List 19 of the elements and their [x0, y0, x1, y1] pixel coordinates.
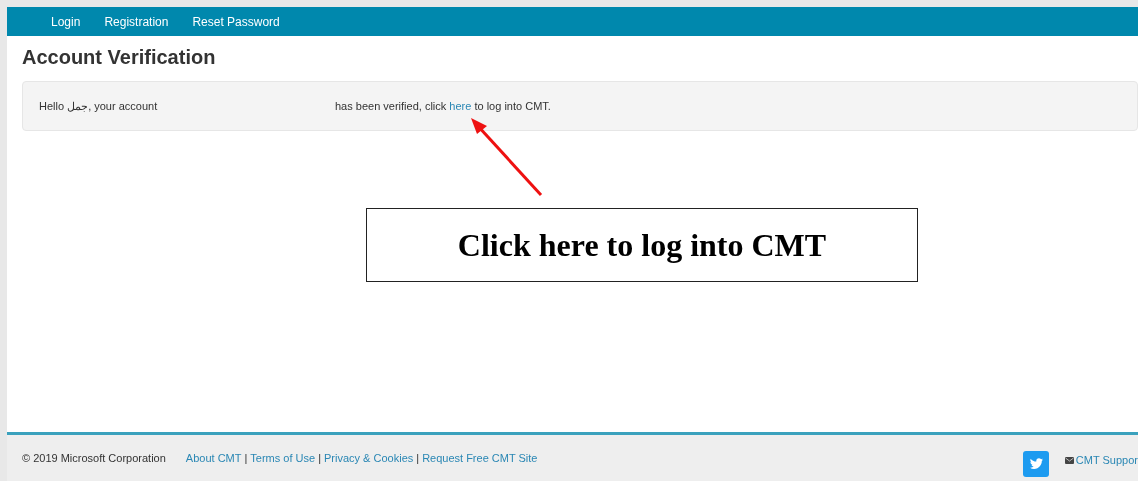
separator: | — [416, 452, 420, 464]
page-title: Account Verification — [22, 46, 217, 69]
envelope-icon — [1064, 456, 1074, 464]
footer-link[interactable]: Request Free CMT Site — [422, 452, 538, 464]
copyright-text: © 2019 Microsoft Corporation — [22, 452, 166, 464]
callout-text: Click here to log into CMT — [366, 208, 918, 282]
nav-link[interactable]: Login — [51, 14, 81, 29]
here-link[interactable]: here — [449, 100, 472, 112]
footer-link[interactable]: Privacy & Cookies — [324, 452, 414, 464]
nav-link[interactable]: Registration — [104, 14, 169, 29]
support-link[interactable]: CMT Suppor — [1064, 454, 1138, 466]
greeting-text: Hello جمل, your account — [39, 99, 159, 113]
nav-link[interactable]: Reset Password — [192, 14, 280, 29]
verification-text: has been verified, click here to log into CMT. — [335, 100, 551, 112]
bird-icon[interactable] — [1022, 451, 1049, 477]
separator: | — [318, 452, 321, 464]
footer-link[interactable]: About CMT — [185, 452, 242, 464]
separator: | — [244, 452, 248, 464]
footer-link[interactable]: Terms of Use — [250, 452, 316, 464]
